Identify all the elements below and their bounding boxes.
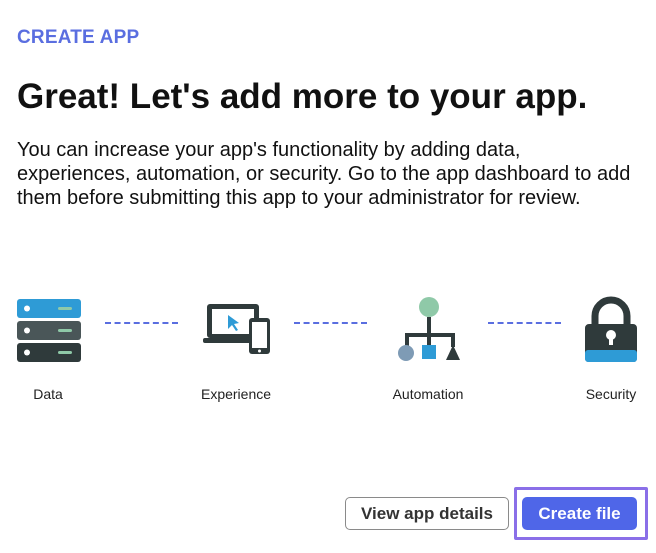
step-label-security: Security (585, 386, 637, 402)
step-label-experience: Experience (200, 386, 272, 402)
view-app-details-button[interactable]: View app details (345, 497, 509, 530)
step-connector (105, 322, 178, 324)
step-connector (488, 322, 561, 324)
eyebrow-label: CREATE APP (17, 27, 140, 48)
flowchart-icon (398, 297, 460, 361)
steps-diagram: Data Experience Automation Security (0, 290, 656, 410)
padlock-icon (585, 296, 637, 362)
step-connector (294, 322, 367, 324)
step-label-data: Data (33, 386, 63, 402)
devices-icon (203, 304, 270, 354)
step-label-automation: Automation (392, 386, 464, 402)
page-title: Great! Let's add more to your app. (17, 77, 588, 116)
create-file-button[interactable]: Create file (522, 497, 637, 530)
server-stack-icon (17, 299, 81, 362)
page-description: You can increase your app's functionalit… (17, 139, 631, 209)
